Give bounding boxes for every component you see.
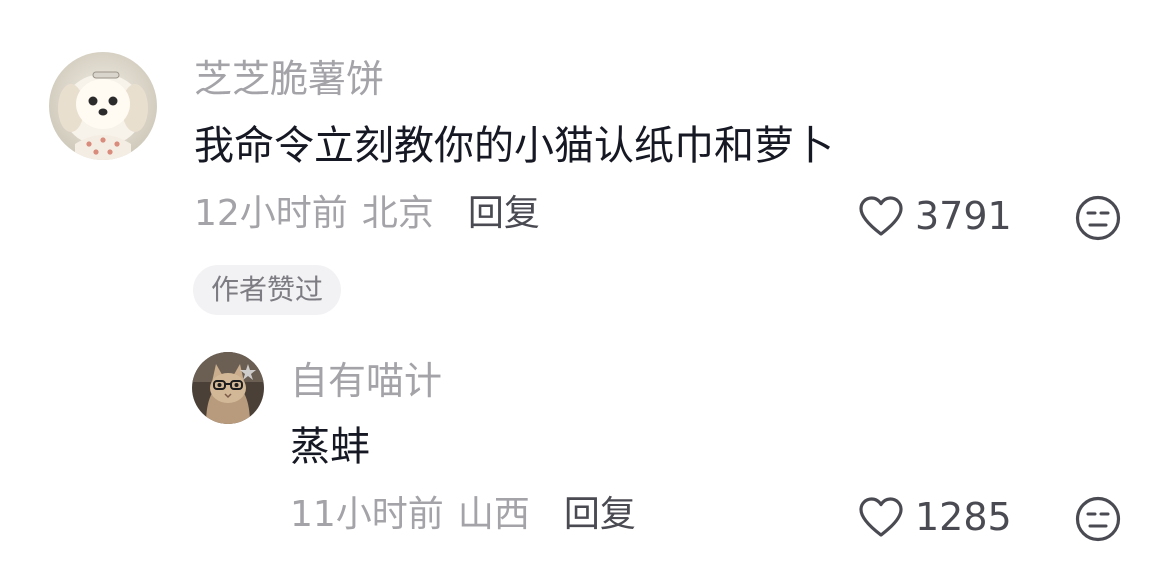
reply-time: 11小时前 bbox=[290, 494, 444, 535]
comment-time: 12小时前 bbox=[194, 193, 348, 234]
comment-meta: 12小时前 北京 回复 bbox=[194, 196, 540, 232]
like-count: 3791 bbox=[915, 194, 1012, 238]
reply-location: 山西 bbox=[457, 494, 530, 535]
user-avatar[interactable] bbox=[49, 52, 157, 160]
heart-icon[interactable] bbox=[857, 495, 905, 539]
heart-icon[interactable] bbox=[857, 194, 905, 238]
reply-meta: 11小时前 山西 回复 bbox=[290, 497, 636, 533]
neutral-face-icon[interactable] bbox=[1074, 194, 1122, 242]
reply-username[interactable]: 自有喵计 bbox=[290, 362, 442, 400]
comment-username[interactable]: 芝芝脆薯饼 bbox=[194, 60, 384, 98]
like-count: 1285 bbox=[915, 495, 1012, 539]
reply-text: 蒸蚌 bbox=[290, 424, 370, 470]
comment-text: 我命令立刻教你的小猫认纸巾和萝卜 bbox=[194, 123, 834, 169]
author-liked-badge: 作者赞过 bbox=[193, 265, 342, 315]
reply-button[interactable]: 回复 bbox=[564, 497, 636, 533]
like-button[interactable]: 3791 bbox=[857, 194, 1012, 238]
neutral-face-icon[interactable] bbox=[1074, 495, 1122, 543]
user-avatar[interactable] bbox=[192, 352, 264, 424]
cat-with-glasses-avatar-icon bbox=[192, 352, 264, 424]
fluffy-puppy-avatar-icon bbox=[49, 52, 157, 160]
reply-button[interactable]: 回复 bbox=[468, 196, 540, 232]
comment-location: 北京 bbox=[361, 193, 434, 234]
like-button[interactable]: 1285 bbox=[857, 495, 1012, 539]
